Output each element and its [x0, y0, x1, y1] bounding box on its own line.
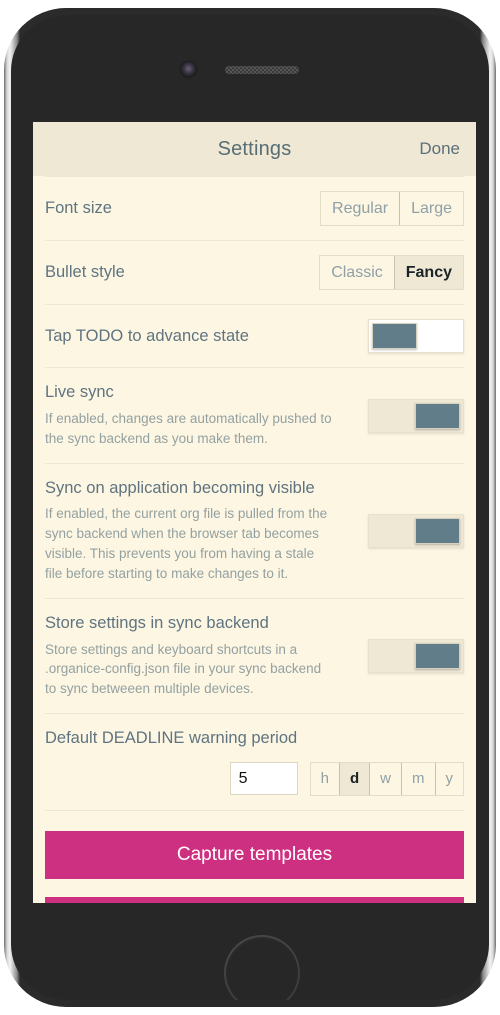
bullet-style-label: Bullet style [45, 263, 125, 282]
font-size-segmented-control: Regular Large [320, 191, 464, 227]
toggle-knob [415, 402, 460, 429]
store-settings-control [368, 639, 464, 674]
phone-screen: Settings Done Font size Regular Large Bu… [33, 122, 476, 903]
tap-todo-toggle[interactable] [368, 319, 464, 354]
tap-todo-label: Tap TODO to advance state [45, 326, 249, 345]
bullet-style-option-fancy[interactable]: Fancy [393, 256, 463, 290]
tap-todo-control [368, 319, 464, 354]
live-sync-toggle[interactable] [368, 398, 464, 433]
live-sync-control [368, 398, 464, 433]
front-camera-icon [181, 62, 196, 77]
setting-row-tap-todo: Tap TODO to advance state [45, 305, 464, 369]
page-title: Settings [217, 137, 292, 160]
deadline-unit-segmented-control: h d w m y [309, 761, 464, 796]
capture-templates-button[interactable]: Capture templates [45, 830, 464, 879]
settings-header: Settings Done [33, 122, 476, 176]
setting-row-deadline-warning: Default DEADLINE warning period h d w m … [45, 714, 464, 811]
font-size-option-large[interactable]: Large [399, 192, 463, 226]
setting-row-bullet-style: Bullet style Classic Fancy [45, 241, 464, 306]
font-size-option-regular[interactable]: Regular [321, 192, 399, 225]
setting-row-font-size: Font size Regular Large [45, 176, 464, 242]
sync-visible-description: If enabled, the current org file is pull… [45, 506, 328, 582]
settings-list: Font size Regular Large Bullet style Cla… [33, 176, 476, 903]
sync-visible-toggle[interactable] [368, 513, 464, 548]
bullet-style-option-classic[interactable]: Classic [320, 256, 394, 289]
store-settings-toggle[interactable] [368, 639, 464, 674]
earpiece-speaker-icon [225, 66, 299, 74]
tap-todo-text: Tap TODO to advance state [45, 326, 358, 347]
font-size-text: Font size [45, 198, 310, 219]
toggle-knob [415, 643, 460, 670]
live-sync-text: Live sync If enabled, changes are automa… [45, 382, 358, 448]
store-settings-text: Store settings in sync backend Store set… [45, 613, 358, 699]
home-button[interactable] [224, 935, 300, 1000]
done-button[interactable]: Done [419, 139, 460, 159]
deadline-unit-days[interactable]: d [338, 762, 370, 795]
deadline-unit-years[interactable]: y [434, 762, 464, 795]
setting-row-sync-on-visible: Sync on application becoming visible If … [45, 464, 464, 600]
deadline-unit-months[interactable]: m [401, 762, 435, 795]
toggle-knob [415, 517, 460, 544]
sync-visible-text: Sync on application becoming visible If … [45, 478, 358, 584]
deadline-unit-weeks[interactable]: w [369, 762, 401, 795]
sync-visible-label: Sync on application becoming visible [45, 478, 315, 497]
deadline-unit-hours[interactable]: h [311, 763, 339, 795]
deadline-controls: h d w m y [45, 761, 464, 796]
bullet-style-text: Bullet style [45, 262, 309, 283]
font-size-control: Regular Large [320, 191, 464, 227]
bullet-style-control: Classic Fancy [319, 255, 464, 291]
setting-row-live-sync: Live sync If enabled, changes are automa… [45, 368, 464, 464]
action-buttons: Capture templates Keyboard shortcuts [45, 811, 464, 903]
deadline-value-input[interactable] [229, 762, 298, 796]
store-settings-description: Store settings and keyboard shortcuts in… [45, 641, 322, 697]
store-settings-label: Store settings in sync backend [45, 614, 269, 633]
font-size-label: Font size [45, 198, 112, 217]
deadline-warning-label: Default DEADLINE warning period [45, 729, 298, 748]
toggle-knob [372, 323, 417, 350]
setting-row-store-settings: Store settings in sync backend Store set… [45, 599, 464, 715]
live-sync-label: Live sync [45, 383, 114, 402]
bullet-style-segmented-control: Classic Fancy [319, 255, 464, 291]
live-sync-description: If enabled, changes are automatically pu… [45, 410, 332, 446]
phone-body: Settings Done Font size Regular Large Bu… [11, 15, 489, 1000]
sync-visible-control [368, 513, 464, 548]
keyboard-shortcuts-button[interactable]: Keyboard shortcuts [45, 896, 464, 903]
phone-device-frame: Settings Done Font size Regular Large Bu… [4, 8, 496, 1007]
